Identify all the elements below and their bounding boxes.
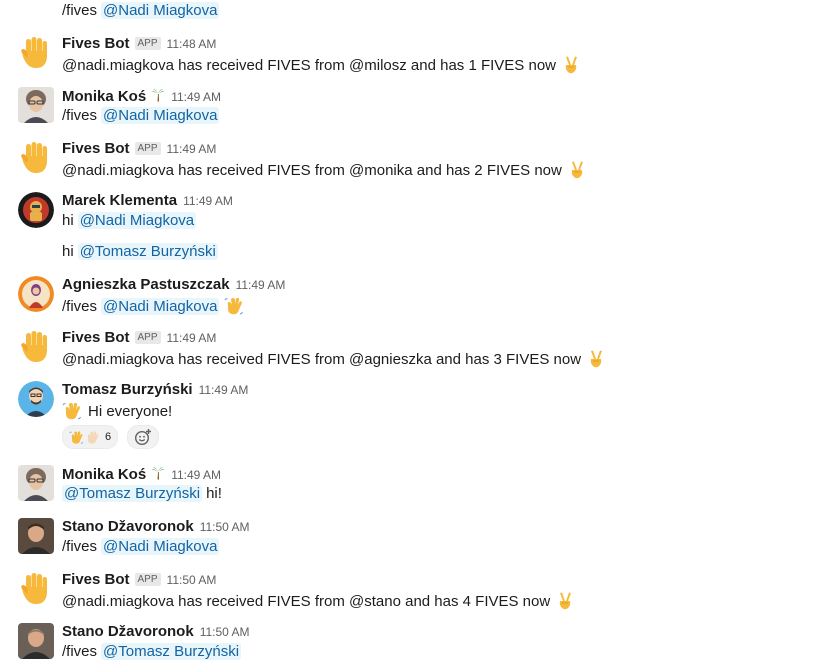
victory-hand-icon	[561, 55, 581, 75]
app-badge: APP	[134, 331, 161, 344]
user-mention[interactable]: @Tomasz Burzyński	[62, 485, 203, 502]
message-text: @nadi.miagkova has received FIVES from @…	[62, 56, 556, 74]
timestamp[interactable]: 11:49 AM	[183, 194, 233, 208]
command-text: /fives	[62, 538, 98, 555]
waving-hand-icon	[69, 430, 84, 445]
command-text: /fives	[62, 107, 98, 124]
sender-name[interactable]: Fives Bot	[62, 35, 130, 52]
message-body: @nadi.miagkova has received FIVES from @…	[62, 55, 581, 75]
message-body: Hi everyone!	[62, 401, 172, 421]
bot-avatar[interactable]	[18, 571, 54, 607]
message-body: @nadi.miagkova has received FIVES from @…	[62, 349, 606, 369]
avatar[interactable]	[18, 87, 54, 123]
message-text: @nadi.miagkova has received FIVES from @…	[62, 592, 551, 610]
avatar[interactable]	[18, 276, 54, 312]
avatar[interactable]	[18, 465, 54, 501]
timestamp[interactable]: 11:50 AM	[167, 573, 217, 587]
user-mention[interactable]: @Nadi Miagkova	[101, 2, 220, 19]
timestamp[interactable]: 11:49 AM	[236, 278, 286, 292]
sender-name[interactable]: Tomasz Burzyński	[62, 381, 193, 398]
timestamp[interactable]: 11:48 AM	[167, 37, 217, 51]
avatar[interactable]	[18, 518, 54, 554]
message-body: @nadi.miagkova has received FIVES from @…	[62, 160, 587, 180]
sender-name[interactable]: Stano Džavoronok	[62, 518, 194, 535]
waving-hand-icon	[224, 296, 244, 316]
message-body: hi @Nadi Miagkova	[62, 212, 197, 229]
message-body: @nadi.miagkova has received FIVES from @…	[62, 591, 575, 611]
victory-hand-icon	[567, 160, 587, 180]
message-text: hi!	[206, 485, 222, 502]
victory-hand-icon	[586, 349, 606, 369]
timestamp[interactable]: 11:49 AM	[171, 468, 221, 482]
palm-tree-icon	[151, 88, 165, 102]
raised-hand-icon	[18, 329, 54, 365]
user-mention[interactable]: @Tomasz Burzyński	[77, 243, 218, 260]
raised-hand-icon	[18, 140, 54, 176]
bot-avatar[interactable]	[18, 140, 54, 176]
raised-hand-icon	[18, 571, 54, 607]
sender-name[interactable]: Monika Koś	[62, 88, 146, 105]
avatar[interactable]	[18, 381, 54, 417]
timestamp[interactable]: 11:50 AM	[200, 625, 250, 639]
sender-name[interactable]: Fives Bot	[62, 571, 130, 588]
user-mention[interactable]: @Nadi Miagkova	[101, 538, 220, 555]
add-reaction-button[interactable]	[127, 425, 159, 449]
app-badge: APP	[134, 573, 161, 586]
avatar[interactable]	[18, 623, 54, 659]
timestamp[interactable]: 11:49 AM	[167, 331, 217, 345]
greeting-text: hi	[62, 212, 74, 229]
message-text: @nadi.miagkova has received FIVES from @…	[62, 161, 562, 179]
command-text: /fives	[62, 643, 98, 660]
user-mention[interactable]: @Nadi Miagkova	[77, 212, 197, 229]
timestamp[interactable]: 11:49 AM	[167, 142, 217, 156]
sender-name[interactable]: Fives Bot	[62, 329, 130, 346]
sender-name[interactable]: Marek Klementa	[62, 192, 177, 209]
bot-avatar[interactable]	[18, 329, 54, 365]
sender-name[interactable]: Monika Koś	[62, 466, 146, 483]
message-text: @nadi.miagkova has received FIVES from @…	[62, 350, 582, 368]
timestamp[interactable]: 11:49 AM	[199, 383, 249, 397]
raised-hand-icon	[18, 35, 54, 71]
sender-name[interactable]: Agnieszka Pastuszczak	[62, 276, 230, 293]
message-body: /fives @Nadi Miagkova	[62, 2, 220, 19]
palm-tree-icon	[151, 466, 165, 480]
timestamp[interactable]: 11:50 AM	[200, 520, 250, 534]
user-mention[interactable]: @Tomasz Burzyński	[101, 643, 242, 660]
app-badge: APP	[134, 37, 161, 50]
command-text: /fives	[62, 2, 98, 19]
message-text: Hi everyone!	[88, 402, 173, 420]
message-body: /fives @Nadi Miagkova	[62, 107, 220, 124]
sender-name[interactable]: Fives Bot	[62, 140, 130, 157]
timestamp[interactable]: 11:49 AM	[171, 90, 221, 104]
message-body: @Tomasz Burzyński hi!	[62, 485, 222, 502]
message-body: /fives @Nadi Miagkova	[62, 296, 244, 316]
reaction-pill[interactable]: 6	[62, 425, 119, 449]
sender-name[interactable]: Stano Džavoronok	[62, 623, 194, 640]
victory-hand-icon	[555, 591, 575, 611]
command-text: /fives	[62, 297, 98, 315]
bot-avatar[interactable]	[18, 35, 54, 71]
waving-hand-icon	[62, 401, 82, 421]
waving-hand-light-icon	[85, 430, 100, 445]
reaction-count: 6	[105, 431, 112, 443]
user-mention[interactable]: @Nadi Miagkova	[101, 107, 220, 124]
message-body-2: hi @Tomasz Burzyński	[62, 243, 218, 260]
greeting-text: hi	[62, 243, 74, 260]
message-body: /fives @Nadi Miagkova	[62, 538, 220, 555]
message-body: /fives @Tomasz Burzyński	[62, 643, 242, 660]
add-reaction-icon	[134, 429, 151, 446]
user-mention[interactable]: @Nadi Miagkova	[101, 297, 220, 315]
app-badge: APP	[134, 142, 161, 155]
avatar[interactable]	[18, 192, 54, 228]
